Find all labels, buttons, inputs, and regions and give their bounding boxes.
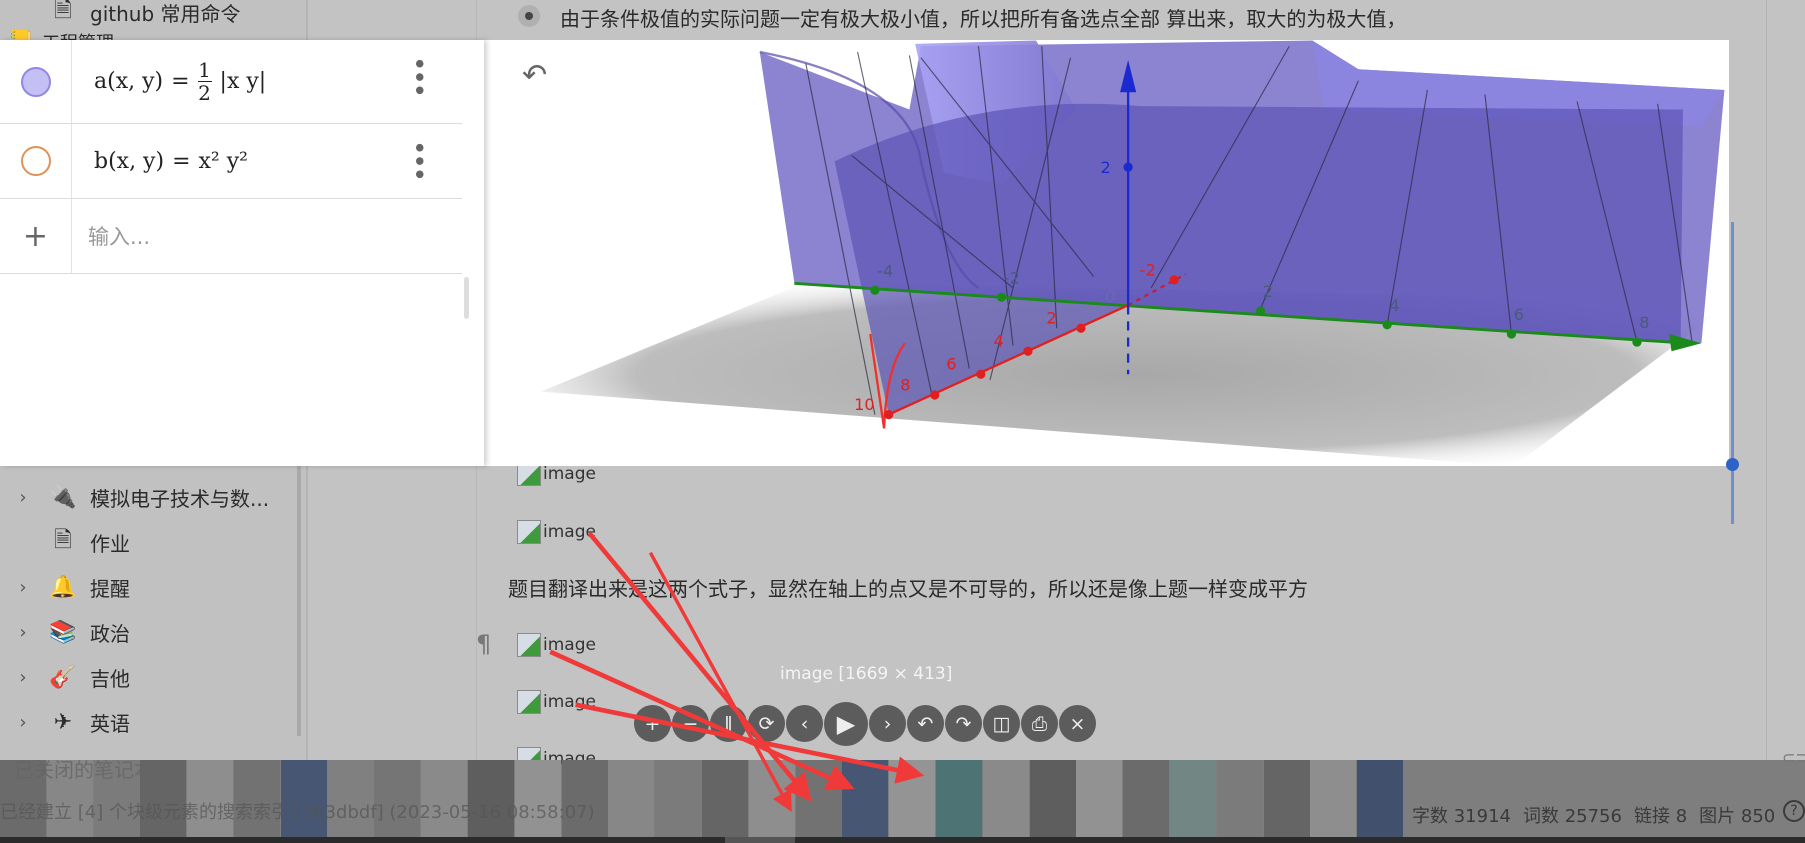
algebra-item-a[interactable]: a(x, y) = 12 |x y| ••• xyxy=(0,40,462,124)
close-button[interactable]: × xyxy=(1059,705,1096,742)
image-caption: image [1669 × 413] xyxy=(780,664,953,684)
pilcrow-icon[interactable]: ¶ xyxy=(476,630,491,658)
link-icon[interactable]: ⊂⊃ xyxy=(1782,748,1805,767)
sidebar-item-guitar[interactable]: › 🎸 吉他 xyxy=(0,657,300,697)
broken-image-icon xyxy=(517,520,541,544)
image-placeholder[interactable]: image xyxy=(517,690,596,714)
algebra-item-b[interactable]: b(x, y) = x² y² ••• xyxy=(0,124,462,199)
bullet-marker xyxy=(518,5,540,27)
chevron-right-icon[interactable]: › xyxy=(0,487,46,508)
bullet-text: 由于条件极值的实际问题一定有极大极小值，所以把所有备选点全部 算出来，取大的为极… xyxy=(560,7,1407,31)
help-icon[interactable]: ? xyxy=(1783,800,1805,822)
algebra-input-row[interactable]: + 输入... xyxy=(0,199,462,274)
sidebar-item-reminder[interactable]: › 🔔 提醒 xyxy=(0,567,300,607)
status-counts: 字数 31914 词数 25756 链接 8 图片 850 xyxy=(1412,802,1775,828)
prev-button[interactable]: ‹ xyxy=(786,705,823,742)
guitar-icon: 🎸 xyxy=(49,664,77,690)
viewer-toolbar: + − ‖ ⟳ ‹ ▶ › ↶ ↷ ◫ ⎙ × xyxy=(634,702,1096,746)
bell-icon: 🔔 xyxy=(49,574,77,600)
sidebar-item-politics[interactable]: › 📚 政治 xyxy=(0,612,300,652)
visibility-toggle[interactable] xyxy=(20,66,51,97)
link-count: 链接 8 xyxy=(1633,806,1688,827)
image-placeholder[interactable]: image xyxy=(517,633,596,657)
horizontal-scrollbar-thumb[interactable] xyxy=(725,837,795,843)
image-placeholder[interactable]: image xyxy=(517,520,596,544)
formula-b[interactable]: b(x, y) = x² y² xyxy=(94,149,248,174)
closed-notebooks-label[interactable]: 已关闭的笔记本 xyxy=(14,754,154,783)
formula-a[interactable]: a(x, y) = 12 |x y| xyxy=(94,59,266,104)
next-button[interactable]: › xyxy=(869,705,906,742)
sidebar-scrollbar[interactable] xyxy=(297,466,301,736)
rotate-right-button[interactable]: ↷ xyxy=(945,705,982,742)
algebra-panel: a(x, y) = 12 |x y| ••• b(x, y) = x² y² •… xyxy=(0,40,484,466)
airplane-icon: ✈ xyxy=(53,709,73,735)
more-options-icon[interactable]: ••• xyxy=(403,140,433,180)
broken-image-icon xyxy=(517,633,541,657)
books-icon: 📚 xyxy=(49,619,77,645)
status-message: 已经建立 [4] 个块级元素的搜索索引 [363dbdf] (2023-05-1… xyxy=(0,802,595,823)
chevron-right-icon[interactable]: › xyxy=(0,622,46,643)
zoom-in-button[interactable]: + xyxy=(634,705,671,742)
print-button[interactable]: ⎙ xyxy=(1021,705,1058,742)
zoom-out-button[interactable]: − xyxy=(672,705,709,742)
visibility-toggle[interactable] xyxy=(20,146,51,176)
word-count: 词数 25756 xyxy=(1522,806,1622,827)
sidebar-item-analog[interactable]: › 🔌 模拟电子技术与数... xyxy=(0,477,300,517)
algebra-input[interactable]: 输入... xyxy=(88,221,150,251)
char-count: 字数 31914 xyxy=(1412,806,1511,827)
chevron-right-icon[interactable]: › xyxy=(0,667,46,688)
view-slider-track[interactable] xyxy=(1731,222,1734,524)
view-slider-handle[interactable] xyxy=(1726,458,1739,471)
chevron-right-icon[interactable]: › xyxy=(0,577,46,598)
paragraph-text: 题目翻译出来是这两个式子，显然在轴上的点又是不可导的，所以还是像上题一样变成平方 xyxy=(508,577,1308,601)
rotate-left-button[interactable]: ↶ xyxy=(907,705,944,742)
document-icon: 🗎 xyxy=(54,528,72,553)
flip-button[interactable]: ◫ xyxy=(983,705,1020,742)
broken-image-icon xyxy=(517,690,541,714)
fraction: 12 xyxy=(197,58,212,105)
add-icon[interactable]: + xyxy=(0,199,72,273)
sidebar-item-english[interactable]: › ✈ 英语 xyxy=(0,702,300,742)
chevron-right-icon[interactable]: › xyxy=(0,712,46,733)
algebra-scrollbar[interactable] xyxy=(464,277,469,319)
document-scrollbar-track[interactable] xyxy=(1766,0,1767,760)
more-options-icon[interactable]: ••• xyxy=(403,56,433,96)
play-button[interactable]: ▶ xyxy=(824,702,868,746)
image-count: 图片 850 xyxy=(1699,806,1776,827)
horizontal-scrollbar[interactable] xyxy=(0,837,1805,843)
actual-size-button[interactable]: ‖ xyxy=(710,705,747,742)
reset-button[interactable]: ⟳ xyxy=(748,705,785,742)
undo-icon[interactable]: ↶ xyxy=(522,58,547,93)
plug-icon: 🔌 xyxy=(49,484,77,510)
sidebar-item-homework[interactable]: 🗎 作业 xyxy=(0,522,300,562)
